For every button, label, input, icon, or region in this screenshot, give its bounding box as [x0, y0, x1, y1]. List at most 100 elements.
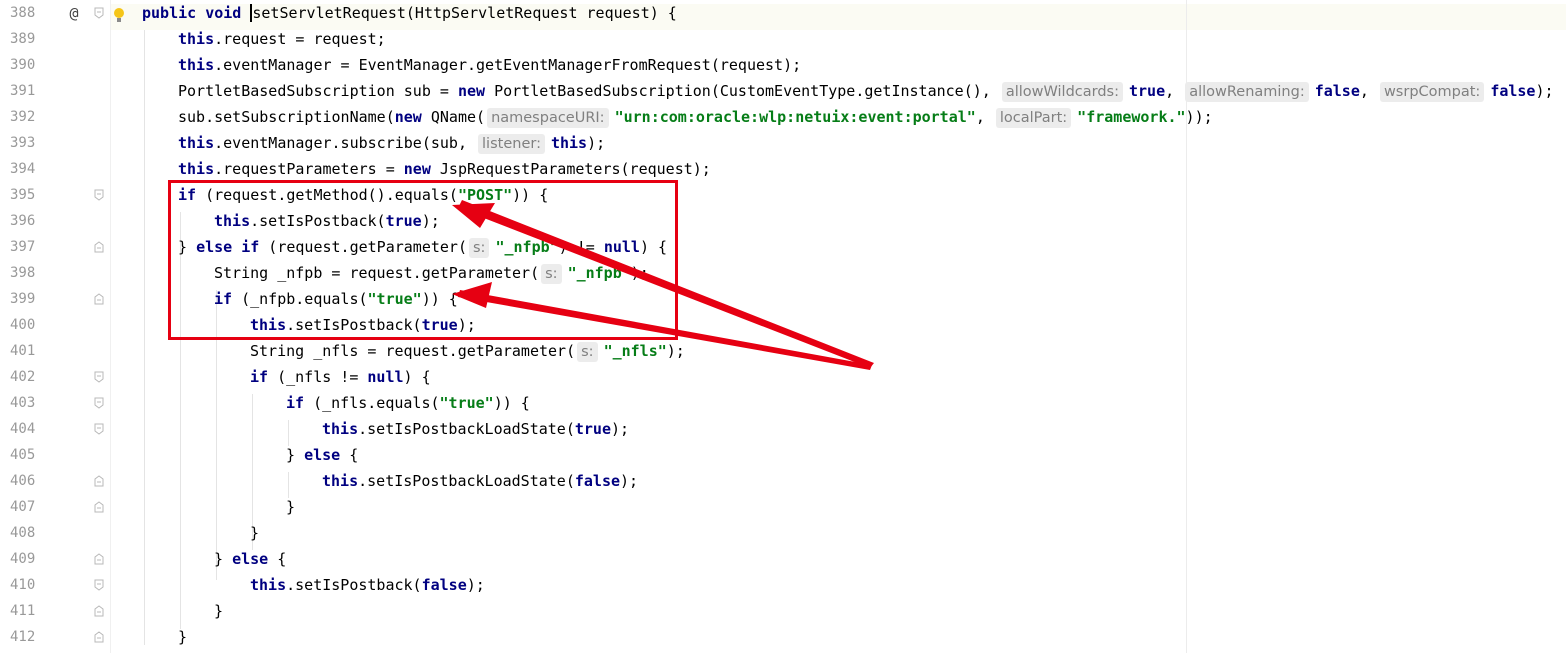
code-line[interactable]: this.setIsPostback(true);: [250, 312, 476, 338]
code-line[interactable]: this.setIsPostbackLoadState(false);: [322, 468, 638, 494]
code-line[interactable]: }: [178, 624, 187, 650]
code-line[interactable]: sub.setSubscriptionName(new QName(namesp…: [178, 104, 1213, 130]
code-token: .eventManager = EventManager.getEventMan…: [214, 56, 802, 74]
fold-marker-icon[interactable]: [94, 553, 104, 565]
keyword-token: true: [574, 420, 611, 438]
parameter-hint: wsrpCompat:: [1379, 82, 1485, 102]
code-line[interactable]: this.setIsPostback(false);: [250, 572, 485, 598]
lightbulb-icon[interactable]: [112, 6, 126, 28]
code-token: )) {: [493, 394, 530, 412]
code-token: JspRequestParameters(request);: [430, 160, 711, 178]
code-line[interactable]: String _nfpb = request.getParameter(s: "_…: [214, 260, 649, 286]
code-line[interactable]: this.setIsPostback(true);: [214, 208, 440, 234]
code-line[interactable]: } else {: [286, 442, 358, 468]
line-number: 402: [10, 369, 36, 385]
line-number: 399: [10, 291, 36, 307]
code-token: );: [587, 134, 606, 152]
parameter-hint: s:: [541, 264, 562, 284]
code-token: );: [620, 472, 639, 490]
code-token: (request.getMethod().equals(: [196, 186, 458, 204]
editor-gutter: 388 @389 390 391 392 393 394 395 396 397 398 399 400…: [0, 0, 104, 653]
code-line[interactable]: } else if (request.getParameter(s: "_nfpb…: [178, 234, 667, 260]
code-line[interactable]: String _nfls = request.getParameter(s: "_…: [250, 338, 685, 364]
code-line[interactable]: public void setServletRequest(HttpServle…: [142, 0, 677, 26]
code-line[interactable]: this.setIsPostbackLoadState(true);: [322, 416, 629, 442]
keyword-token: this: [178, 134, 215, 152]
indent-guide: [180, 264, 181, 629]
keyword-token: this: [178, 56, 215, 74]
keyword-token: this: [250, 576, 287, 594]
keyword-token: false: [1490, 82, 1536, 100]
keyword-token: else: [232, 550, 269, 568]
keyword-token: null: [603, 238, 640, 256]
keyword-token: this: [550, 134, 588, 152]
keyword-token: null: [367, 368, 404, 386]
code-line[interactable]: }: [250, 520, 259, 546]
fold-marker-icon[interactable]: [94, 397, 104, 409]
fold-marker-icon[interactable]: [94, 631, 104, 643]
line-number: 390: [10, 57, 36, 73]
line-number: 412: [10, 629, 36, 645]
line-number: 401: [10, 343, 36, 359]
fold-marker-icon[interactable]: [94, 7, 104, 19]
keyword-token: false: [574, 472, 621, 490]
code-line[interactable]: if (_nfpb.equals("true")) {: [214, 286, 458, 312]
code-line[interactable]: this.eventManager = EventManager.getEven…: [178, 52, 801, 78]
line-number: 403: [10, 395, 36, 411]
string-literal: "urn:com:oracle:wlp:netuix:event:portal": [614, 108, 976, 126]
keyword-token: this: [250, 316, 287, 334]
keyword-token: new: [394, 108, 422, 126]
code-line[interactable]: if (_nfls != null) {: [250, 364, 431, 390]
override-marker-icon[interactable]: @: [62, 0, 86, 26]
code-line[interactable]: }: [286, 494, 295, 520]
keyword-token: if: [250, 368, 269, 386]
code-line[interactable]: PortletBasedSubscription sub = new Portl…: [178, 78, 1554, 104]
code-token: (HttpServletRequest request) {: [405, 4, 677, 22]
code-token: }: [214, 602, 224, 620]
keyword-token: true: [385, 212, 422, 230]
code-token: PortletBasedSubscription(CustomEventType…: [485, 82, 1000, 100]
code-token: .requestParameters =: [214, 160, 404, 178]
code-line[interactable]: this.requestParameters = new JspRequestP…: [178, 156, 711, 182]
line-number: 392: [10, 109, 36, 125]
fold-marker-icon[interactable]: [94, 475, 104, 487]
code-token: );: [666, 342, 685, 360]
code-line[interactable]: if (request.getMethod().equals("POST")) …: [178, 182, 548, 208]
code-token: .setIsPostback(: [286, 576, 422, 594]
fold-marker-icon[interactable]: [94, 501, 104, 513]
line-number: 398: [10, 265, 36, 281]
fold-marker-icon[interactable]: [94, 579, 104, 591]
string-literal: "_nfpb": [567, 264, 631, 282]
fold-marker-icon[interactable]: [94, 371, 104, 383]
code-line[interactable]: this.eventManager.subscribe(sub, listene…: [178, 130, 605, 156]
code-line[interactable]: }: [214, 598, 223, 624]
code-token: )) {: [512, 186, 549, 204]
fold-marker-icon[interactable]: [94, 605, 104, 617]
gutter-separator: [110, 0, 111, 653]
fold-marker-icon[interactable]: [94, 189, 104, 201]
string-literal: "POST": [457, 186, 513, 204]
code-token: );: [466, 576, 485, 594]
code-token: }: [178, 628, 188, 646]
code-token: }: [286, 498, 296, 516]
code-token: ) !=: [558, 238, 604, 256]
code-token: .setIsPostbackLoadState(: [358, 472, 575, 490]
code-line[interactable]: if (_nfls.equals("true")) {: [286, 390, 530, 416]
code-token: );: [1535, 82, 1554, 100]
fold-marker-icon[interactable]: [94, 423, 104, 435]
code-token: .setIsPostback(: [286, 316, 422, 334]
line-number: 396: [10, 213, 36, 229]
indent-guide: [144, 30, 145, 645]
line-number: 409: [10, 551, 36, 567]
code-line[interactable]: this.request = request;: [178, 26, 386, 52]
keyword-token: this: [322, 420, 359, 438]
keyword-token: true: [1129, 82, 1166, 100]
fold-marker-icon[interactable]: [94, 293, 104, 305]
keyword-token: if: [178, 186, 197, 204]
fold-marker-icon[interactable]: [94, 241, 104, 253]
parameter-hint: namespaceURI:: [487, 108, 609, 128]
code-token: .setIsPostback(: [250, 212, 386, 230]
code-line[interactable]: } else {: [214, 546, 286, 572]
code-token: PortletBasedSubscription sub =: [178, 82, 458, 100]
code-token: );: [457, 316, 476, 334]
